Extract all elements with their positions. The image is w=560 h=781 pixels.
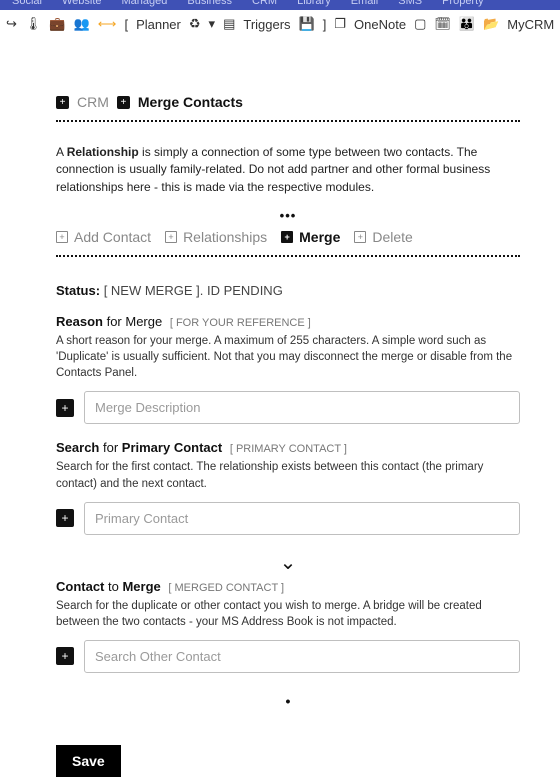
onenote-link[interactable]: OneNote [354,17,406,32]
nav-item[interactable]: Managed [122,0,168,7]
nav-item[interactable]: Email [351,0,379,7]
save-button[interactable]: Save [56,745,121,777]
section-desc: Search for the duplicate or other contac… [56,598,520,630]
tool-briefcase-icon[interactable]: 💼 [49,16,65,32]
nav-item[interactable]: Business [187,0,232,7]
section-heading: Search for Primary Contact [ PRIMARY CON… [56,440,520,455]
section-heading: Contact to Merge [ MERGED CONTACT ] [56,579,520,594]
nav-item[interactable]: Website [62,0,102,7]
action-tabs: +Add Contact +Relationships +Merge +Dele… [56,229,520,245]
section-heading: Reason for Merge [ FOR YOUR REFERENCE ] [56,314,520,329]
bracket-right: ] [323,17,327,32]
tab-add-contact[interactable]: +Add Contact [56,229,151,245]
section-reason: Reason for Merge [ FOR YOUR REFERENCE ] … [56,314,520,424]
merge-contact-input[interactable] [84,640,520,673]
tool-people-icon[interactable]: 👥 [74,16,90,32]
calendar-icon[interactable]: 🗓 [434,16,451,32]
toolbar: ↪ 🌡 💼 👥 ⟷ [ Planner ♻ ▾ ▤ Triggers 💾 ] ❐… [0,10,560,38]
recycle-icon[interactable]: ♻ [189,16,201,32]
tab-delete[interactable]: +Delete [354,229,412,245]
mycrm-link[interactable]: MyCRM [507,17,554,32]
tab-relationships[interactable]: +Relationships [165,229,267,245]
section-desc: Search for the first contact. The relati… [56,459,520,491]
merge-description-input[interactable] [84,391,520,424]
status-line: Status: [ NEW MERGE ]. ID PENDING [56,283,520,298]
main-nav: Social Website Managed Business CRM Libr… [0,0,560,10]
nav-item[interactable]: Property [442,0,484,7]
add-merge-button[interactable]: + [56,647,74,665]
group-icon[interactable]: 👪 [459,16,475,32]
bracket-left: [ [124,17,128,32]
divider [56,120,520,122]
breadcrumb-plus-icon[interactable]: + [56,96,69,109]
add-primary-button[interactable]: + [56,509,74,527]
calendar-empty-icon[interactable]: ▢ [414,16,426,32]
filter-icon[interactable]: ▾ [209,16,216,32]
triggers-link[interactable]: Triggers [243,17,290,32]
divider [56,255,520,257]
save-icon[interactable]: 💾 [299,16,315,32]
add-reason-button[interactable]: + [56,399,74,417]
copy-icon[interactable]: ❐ [334,16,346,32]
tab-merge[interactable]: +Merge [281,229,340,245]
planner-link[interactable]: Planner [136,17,181,32]
folder-icon[interactable]: 📂 [483,16,499,32]
page-content: + CRM + Merge Contacts A Relationship is… [0,38,560,777]
section-desc: A short reason for your merge. A maximum… [56,333,520,381]
breadcrumb-section[interactable]: CRM [77,94,109,110]
nav-item[interactable]: Library [297,0,331,7]
nav-item[interactable]: Social [12,0,42,7]
breadcrumb: + CRM + Merge Contacts [56,94,520,110]
ellipsis-icon[interactable]: ••• [56,208,520,223]
list-icon[interactable]: ▤ [223,16,235,32]
nav-item[interactable]: CRM [252,0,277,7]
intro-text: A Relationship is simply a connection of… [56,144,520,196]
nav-item[interactable]: SMS [398,0,422,7]
chevron-down-icon[interactable]: ⌄ [56,553,520,573]
primary-contact-input[interactable] [84,502,520,535]
page-title: Merge Contacts [138,94,243,110]
section-primary-contact: Search for Primary Contact [ PRIMARY CON… [56,440,520,534]
section-merged-contact: Contact to Merge [ MERGED CONTACT ] Sear… [56,579,520,673]
breadcrumb-plus-icon[interactable]: + [117,96,130,109]
tool-thermo-icon[interactable]: 🌡 [25,16,42,32]
dot-icon: • [56,693,520,709]
tool-link-icon[interactable]: ⟷ [98,16,117,32]
tool-arrow-out-icon[interactable]: ↪ [6,16,17,32]
